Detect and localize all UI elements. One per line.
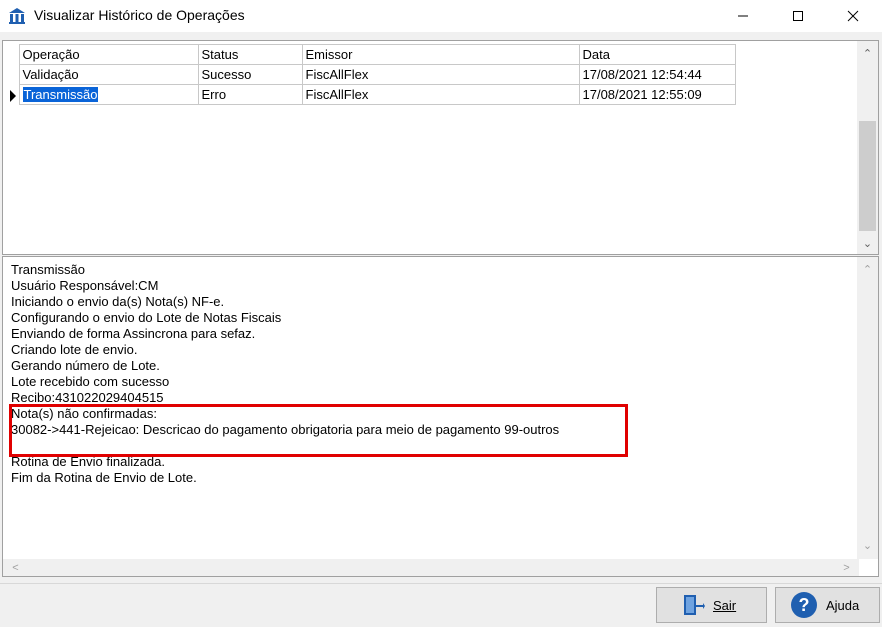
title-bar: Visualizar Histórico de Operações: [0, 0, 882, 32]
grid-vertical-scrollbar[interactable]: ⌃ ⌄: [857, 41, 878, 254]
column-header-data[interactable]: Data: [578, 44, 736, 65]
close-button[interactable]: [830, 0, 876, 32]
minimize-button[interactable]: [720, 0, 766, 32]
bank-columns-icon: [9, 8, 25, 24]
log-line: Iniciando o envio da(s) Nota(s) NF-e.: [11, 294, 225, 309]
cell-status[interactable]: Sucesso: [197, 64, 303, 85]
log-line: Rotina de Envio finalizada.: [11, 454, 165, 469]
table-row[interactable]: Validação Sucesso FiscAllFlex 17/08/2021…: [7, 64, 736, 85]
chevron-down-icon[interactable]: ⌄: [857, 235, 878, 252]
log-line: Transmissão: [11, 262, 85, 277]
sair-button-label: Sair: [713, 597, 737, 613]
grid-scroll-thumb[interactable]: [859, 121, 876, 231]
chevron-right-icon[interactable]: >: [836, 559, 857, 576]
operations-grid-panel: Operação Status Emissor Data Validação S…: [2, 40, 879, 255]
log-vertical-scrollbar[interactable]: ⌃ ⌄: [857, 257, 878, 559]
bottom-divider: [0, 583, 882, 584]
chevron-left-icon[interactable]: <: [5, 559, 26, 576]
log-line: Lote recebido com sucesso: [11, 374, 170, 389]
chevron-up-icon[interactable]: ⌃: [857, 45, 878, 62]
exit-door-icon: [684, 595, 705, 615]
log-line-error-header: Nota(s) não confirmadas:: [11, 406, 157, 421]
maximize-icon: [793, 11, 803, 21]
row-indicator-header: [7, 44, 20, 65]
svg-text:?: ?: [799, 595, 810, 615]
row-pointer-icon: [10, 89, 16, 102]
current-row-indicator: [7, 84, 20, 105]
log-line: Gerando número de Lote.: [11, 358, 160, 373]
log-line: Criando lote de envio.: [11, 342, 138, 357]
cell-operacao[interactable]: Validação: [18, 64, 199, 85]
selected-cell-text: Transmissão: [22, 87, 99, 102]
operations-grid: Operação Status Emissor Data Validação S…: [7, 44, 736, 105]
maximize-button[interactable]: [775, 0, 821, 32]
log-horizontal-scrollbar[interactable]: < >: [3, 559, 859, 576]
log-line: Usuário Responsável:CM: [11, 278, 159, 293]
column-header-emissor[interactable]: Emissor: [301, 44, 580, 65]
cell-emissor[interactable]: FiscAllFlex: [301, 64, 580, 85]
cell-data[interactable]: 17/08/2021 12:55:09: [578, 84, 736, 105]
log-text-area[interactable]: Transmissão Usuário Responsável:CM Inici…: [2, 256, 879, 577]
cell-data[interactable]: 17/08/2021 12:54:44: [578, 64, 736, 85]
ajuda-button[interactable]: ? Ajuda: [775, 587, 880, 623]
log-line: Fim da Rotina de Envio de Lote.: [11, 470, 197, 485]
cell-operacao[interactable]: Transmissão: [18, 84, 199, 105]
cell-status[interactable]: Erro: [197, 84, 303, 105]
chevron-up-icon[interactable]: ⌃: [857, 261, 878, 278]
grid-header-row: Operação Status Emissor Data: [7, 44, 736, 65]
column-header-operacao[interactable]: Operação: [18, 44, 199, 65]
column-header-status[interactable]: Status: [197, 44, 303, 65]
close-icon: [847, 10, 859, 22]
log-line: Recibo:431022029404515: [11, 390, 164, 405]
table-row-selected[interactable]: Transmissão Erro FiscAllFlex 17/08/2021 …: [7, 84, 736, 105]
ajuda-button-label: Ajuda: [826, 597, 860, 613]
window-title: Visualizar Histórico de Operações: [34, 7, 245, 23]
chevron-down-icon[interactable]: ⌄: [857, 537, 878, 554]
log-line-error-detail: 30082->441-Rejeicao: Descricao do pagame…: [11, 422, 560, 437]
cell-emissor[interactable]: FiscAllFlex: [301, 84, 580, 105]
log-lines: Transmissão Usuário Responsável:CM Inici…: [11, 262, 851, 551]
log-line: Configurando o envio do Lote de Notas Fi…: [11, 310, 282, 325]
sair-button[interactable]: Sair: [656, 587, 767, 623]
minimize-icon: [738, 15, 748, 17]
row-indicator: [7, 64, 20, 85]
help-question-icon: ?: [791, 592, 817, 618]
log-line: Enviando de forma Assincrona para sefaz.: [11, 326, 256, 341]
